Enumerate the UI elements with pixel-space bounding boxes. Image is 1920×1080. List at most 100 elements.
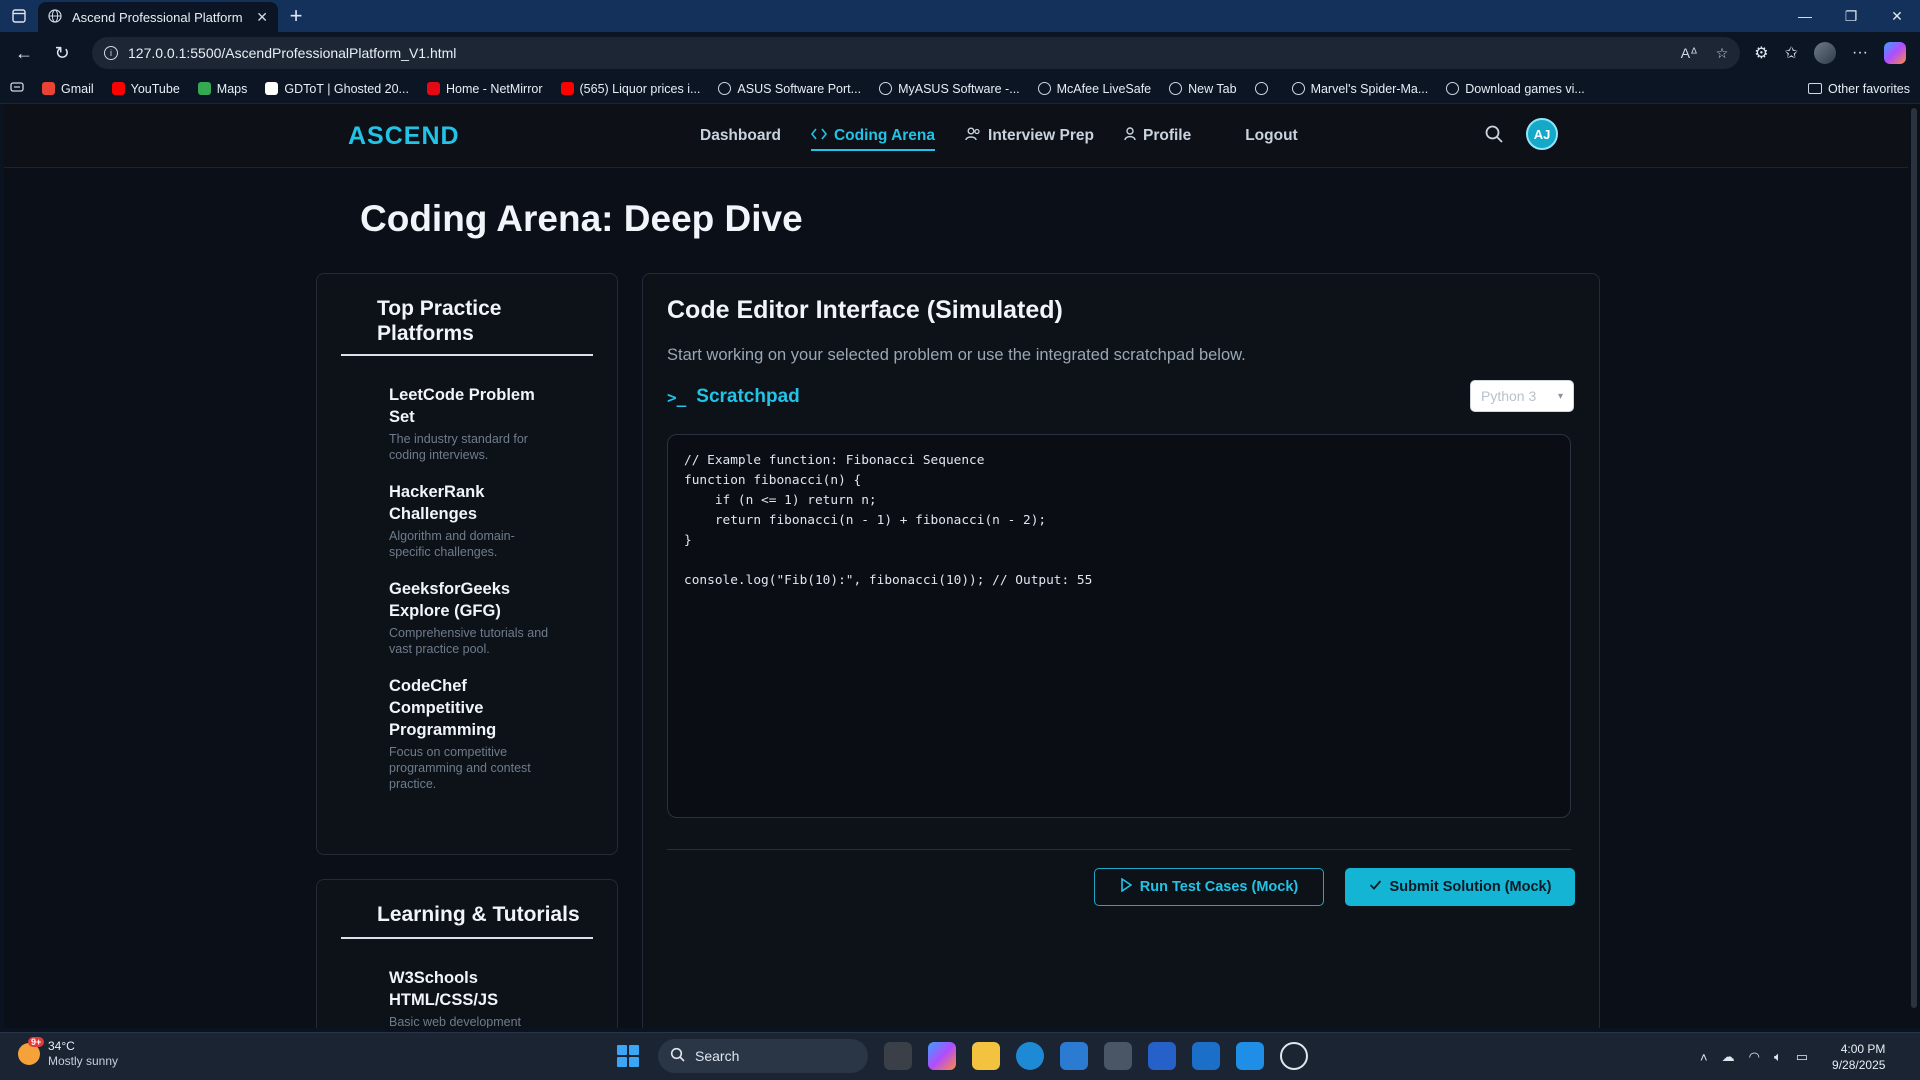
bookmark-item[interactable]: MyASUS Software -... (879, 82, 1020, 96)
other-favorites[interactable]: Other favorites (1808, 82, 1910, 96)
system-tray: ˄ ☁ ◠ 🔈︎ ▭ 4:00 PM 9/28/2025 (1700, 1033, 1885, 1080)
taskbar-search[interactable]: Search (658, 1039, 868, 1073)
user-avatar[interactable]: AJ (1526, 118, 1558, 150)
scrollbar-thumb[interactable] (1911, 108, 1917, 1008)
nav-dashboard[interactable]: Dashboard (700, 104, 781, 168)
bookmark-icon (426, 82, 440, 95)
chatgpt-icon[interactable] (1280, 1042, 1308, 1070)
favorites-icon[interactable]: ✩ (1785, 43, 1798, 63)
resource-item[interactable]: CodeChef Competitive Programming Focus on… (389, 675, 549, 792)
store-icon[interactable] (1060, 1042, 1088, 1070)
app-logo[interactable]: ASCEND (348, 122, 460, 151)
nav-profile-label: Profile (1142, 127, 1192, 144)
bookmark-item[interactable]: ASUS Software Port... (718, 82, 861, 96)
copilot-app-icon[interactable] (928, 1042, 956, 1070)
bookmark-item[interactable]: YouTube (111, 82, 180, 96)
favorite-star-icon[interactable]: ☆ (1716, 45, 1729, 62)
nav-profile[interactable]: Profile (1124, 104, 1191, 168)
nav-logout[interactable]: Logout (1245, 104, 1298, 168)
practice-platforms-heading: Top Practice Platforms (341, 296, 593, 356)
bookmark-item[interactable]: Maps (197, 82, 247, 96)
task-view-icon[interactable] (884, 1042, 912, 1070)
restore-icon[interactable]: ❐ (1828, 0, 1874, 32)
page-scrollbar[interactable] (1908, 104, 1920, 1028)
bookmark-item[interactable] (1254, 82, 1274, 95)
vscode-icon[interactable] (1236, 1042, 1264, 1070)
language-select[interactable]: Python 3 ▾ (1470, 380, 1574, 412)
close-window-icon[interactable]: ✕ (1874, 0, 1920, 32)
bookmark-item[interactable]: Download games vi... (1446, 82, 1585, 96)
battery-icon[interactable]: ▭ (1796, 1049, 1808, 1065)
submit-solution-button[interactable]: Submit Solution (Mock) (1345, 868, 1575, 906)
volume-icon[interactable]: 🔈︎ (1774, 1049, 1782, 1065)
browser-tab-strip: Ascend Professional Platform - Co ✕ + — … (0, 0, 1920, 32)
bookmark-item[interactable]: Home - NetMirror (426, 82, 543, 96)
play-icon (1120, 877, 1133, 896)
file-explorer-icon[interactable] (972, 1042, 1000, 1070)
app-icon[interactable] (1104, 1042, 1132, 1070)
resource-name: W3Schools HTML/CSS/JS (389, 969, 499, 1009)
browser-tab-active[interactable]: Ascend Professional Platform - Co ✕ (38, 2, 278, 32)
minimize-icon[interactable]: — (1782, 0, 1828, 32)
globe-icon (1291, 82, 1305, 95)
weather-widget[interactable]: 9+ 34°C Mostly sunny (18, 1037, 118, 1069)
nav-interview-prep-label: Interview Prep (988, 127, 1094, 144)
browser-profile-avatar[interactable] (1814, 42, 1837, 64)
bookmark-item[interactable]: McAfee LiveSafe (1037, 82, 1151, 96)
bookmark-item[interactable]: Gmail (42, 82, 94, 96)
nav-logout-label: Logout (1245, 127, 1298, 144)
resource-description: The industry standard for coding intervi… (389, 432, 528, 462)
run-test-cases-button[interactable]: Run Test Cases (Mock) (1094, 868, 1324, 906)
resource-item[interactable]: LeetCode Problem Set The industry standar… (389, 384, 549, 463)
nav-interview-prep[interactable]: Interview Prep (965, 104, 1094, 168)
resource-item[interactable]: W3Schools HTML/CSS/JS Basic web developme… (389, 967, 549, 1028)
bookmark-icon (42, 82, 55, 95)
resource-item[interactable]: HackerRank Challenges Algorithm and domai… (389, 481, 549, 560)
bookmark-item[interactable]: GDToT | Ghosted 20... (265, 82, 409, 96)
edge-browser-icon[interactable] (1016, 1042, 1044, 1070)
windows-start-icon[interactable] (614, 1042, 642, 1070)
address-bar[interactable]: i 127.0.0.1:5500/AscendProfessionalPlatf… (92, 37, 1741, 69)
tab-title: Ascend Professional Platform - Co (72, 9, 246, 25)
app-navbar: ASCEND Dashboard Coding Arena Interview … (4, 104, 1908, 168)
learning-tutorials-list: W3Schools HTML/CSS/JS Basic web developme… (317, 939, 617, 1028)
back-button[interactable]: ← (8, 37, 40, 69)
resource-description: Focus on competitive programming and con… (389, 745, 531, 791)
globe-icon (1254, 82, 1268, 95)
resource-description: Algorithm and domain-specific challenges… (389, 529, 515, 559)
reading-list-icon[interactable] (10, 81, 24, 96)
globe-icon (718, 82, 732, 95)
bookmark-item[interactable]: (565) Liquor prices i... (560, 82, 700, 96)
outlook-icon[interactable] (1192, 1042, 1220, 1070)
bookmark-item[interactable]: New Tab (1169, 82, 1237, 96)
app-icon[interactable] (1148, 1042, 1176, 1070)
code-scratchpad[interactable]: // Example function: Fibonacci Sequence … (667, 434, 1571, 818)
wifi-icon[interactable]: ◠ (1749, 1049, 1760, 1065)
copilot-icon[interactable] (1884, 42, 1906, 64)
code-icon (810, 127, 827, 146)
url-text: 127.0.0.1:5500/AscendProfessionalPlatfor… (128, 45, 457, 61)
search-icon (670, 1047, 685, 1065)
search-icon[interactable] (1484, 124, 1504, 144)
new-tab-button[interactable]: + (278, 3, 314, 29)
bookmark-label: MyASUS Software -... (898, 81, 1020, 96)
read-aloud-icon[interactable]: Aᐞ (1681, 45, 1698, 62)
bookmark-item[interactable]: Marvel's Spider-Ma... (1291, 82, 1428, 96)
extensions-icon[interactable]: ⚙ (1754, 43, 1768, 63)
close-tab-icon[interactable]: ✕ (256, 9, 268, 26)
refresh-button[interactable]: ↻ (46, 37, 78, 69)
tab-actions-icon[interactable] (0, 0, 38, 32)
more-options-icon[interactable]: ··· (1852, 44, 1868, 62)
globe-icon (1446, 82, 1460, 95)
resource-item[interactable]: GeeksforGeeks Explore (GFG) Comprehensive… (389, 578, 549, 657)
onedrive-icon[interactable]: ☁ (1722, 1049, 1735, 1065)
weather-sun-icon: 9+ (18, 1037, 45, 1065)
learning-tutorials-heading: Learning & Tutorials (341, 902, 593, 939)
bookmark-label: Gmail (61, 81, 94, 96)
nav-coding-arena[interactable]: Coding Arena (810, 104, 936, 168)
clock[interactable]: 4:00 PM 9/28/2025 (1832, 1041, 1885, 1073)
site-info-icon[interactable]: i (104, 46, 118, 60)
chevron-up-icon[interactable]: ˄ (1700, 1050, 1708, 1065)
bookmark-icon (560, 82, 574, 95)
user-icon (1124, 126, 1136, 146)
